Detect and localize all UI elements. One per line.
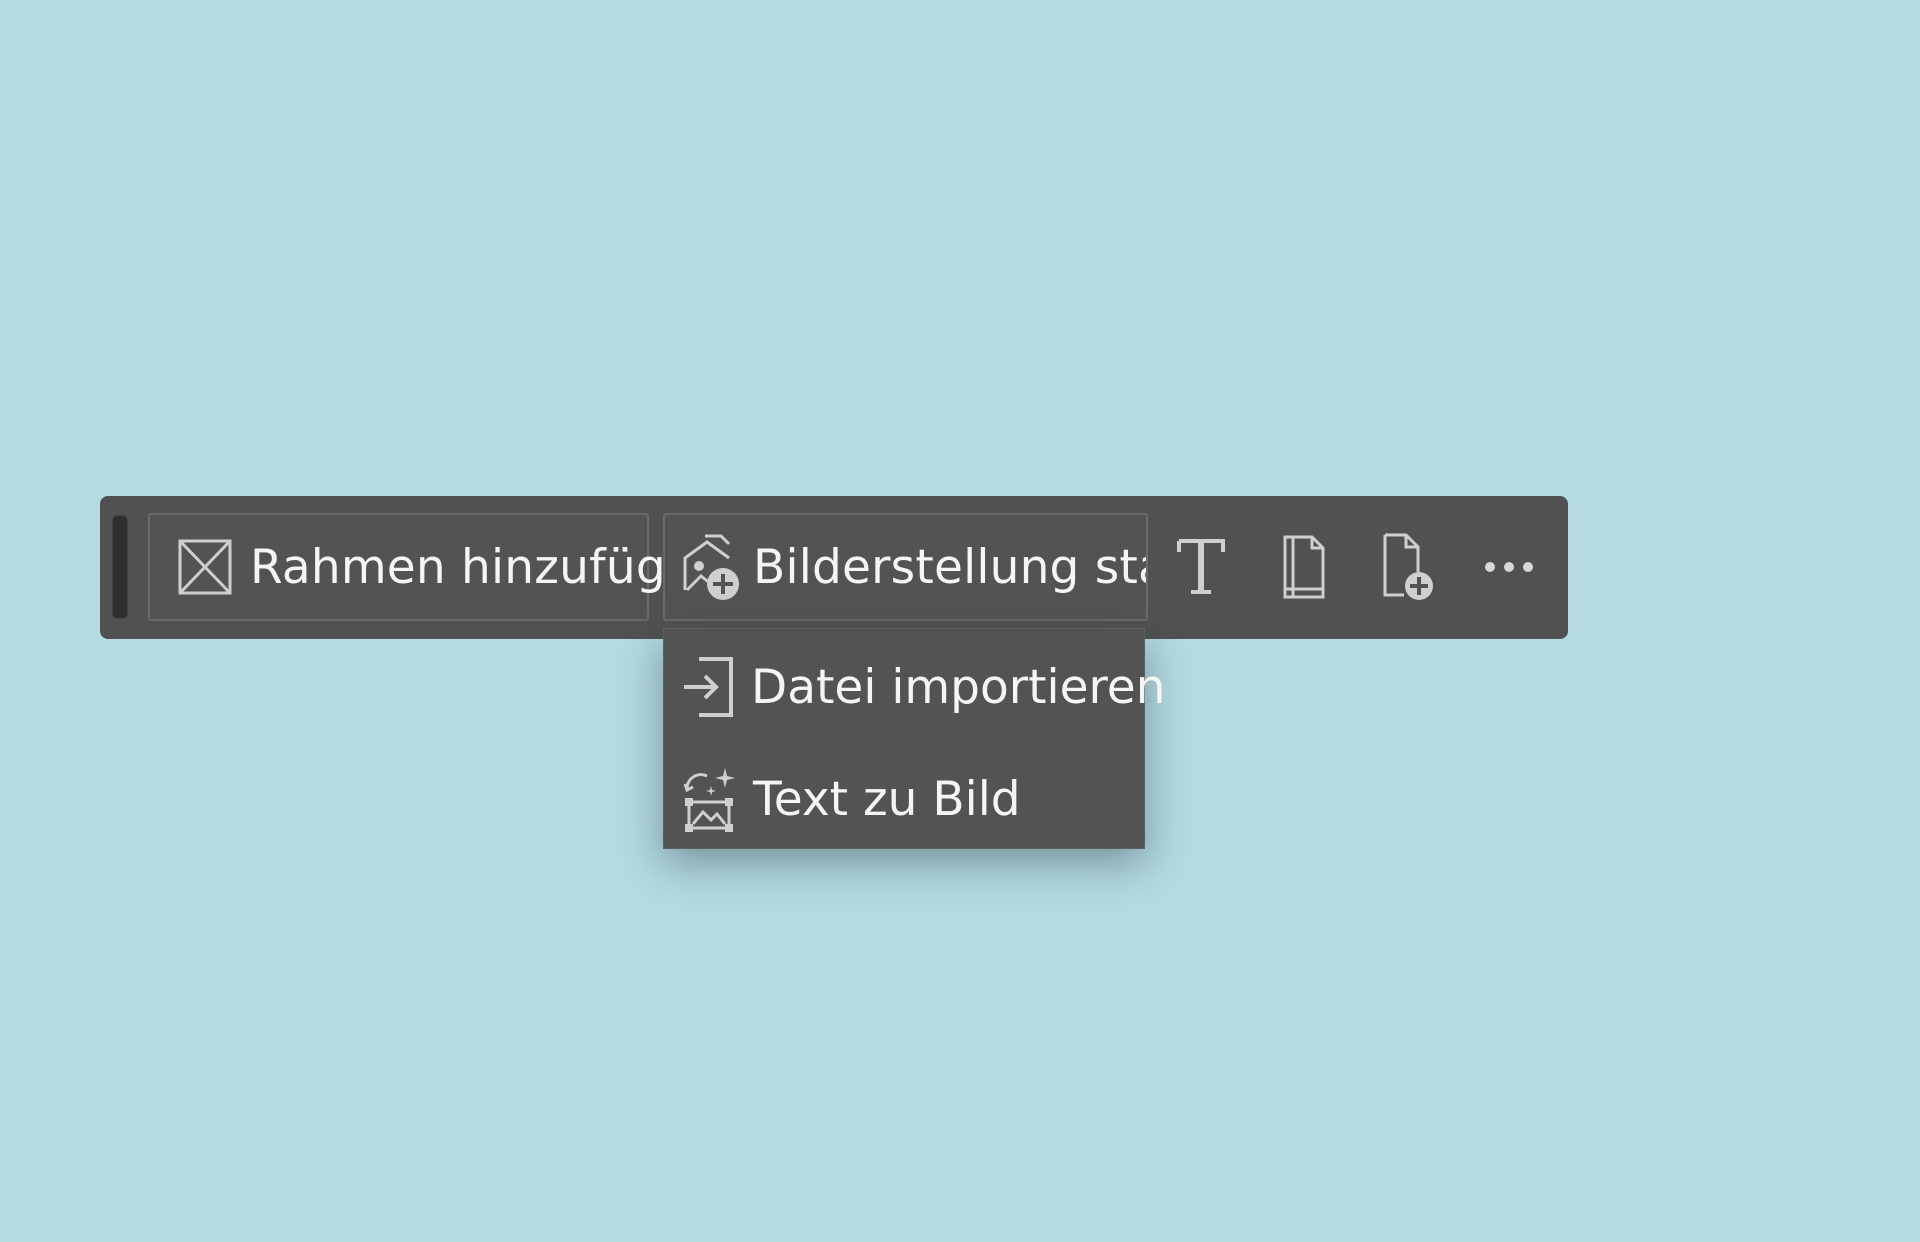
menu-item-import-file-label: Datei importieren <box>751 659 1166 715</box>
menu-item-import-file[interactable]: Datei importieren <box>664 637 1166 737</box>
start-image-generation-button[interactable]: Bilderstellung starten <box>663 513 1148 621</box>
drag-handle[interactable] <box>112 515 128 619</box>
import-file-icon <box>681 656 735 718</box>
add-frame-button[interactable]: Rahmen hinzufügen <box>148 513 725 621</box>
canvas-background: Rahmen hinzufügen Bilderstellung starten <box>0 0 1920 1242</box>
menu-item-text-to-image-label: Text zu Bild <box>753 771 1021 827</box>
image-add-icon <box>681 532 741 602</box>
text-tool-icon[interactable] <box>1164 530 1238 604</box>
image-generation-dropdown-menu: Datei importieren Text zu Bild <box>663 628 1166 849</box>
start-image-generation-label: Bilderstellung starten <box>753 539 1146 595</box>
contextual-task-bar: Rahmen hinzufügen Bilderstellung starten <box>100 496 1568 639</box>
page-icon[interactable] <box>1267 530 1341 604</box>
text-to-image-icon <box>681 764 737 834</box>
frame-placeholder-icon <box>178 539 232 595</box>
add-frame-label: Rahmen hinzufügen <box>250 539 726 595</box>
menu-item-text-to-image[interactable]: Text zu Bild <box>664 749 1144 849</box>
add-page-icon[interactable] <box>1372 530 1446 604</box>
more-options-icon[interactable] <box>1472 530 1546 604</box>
